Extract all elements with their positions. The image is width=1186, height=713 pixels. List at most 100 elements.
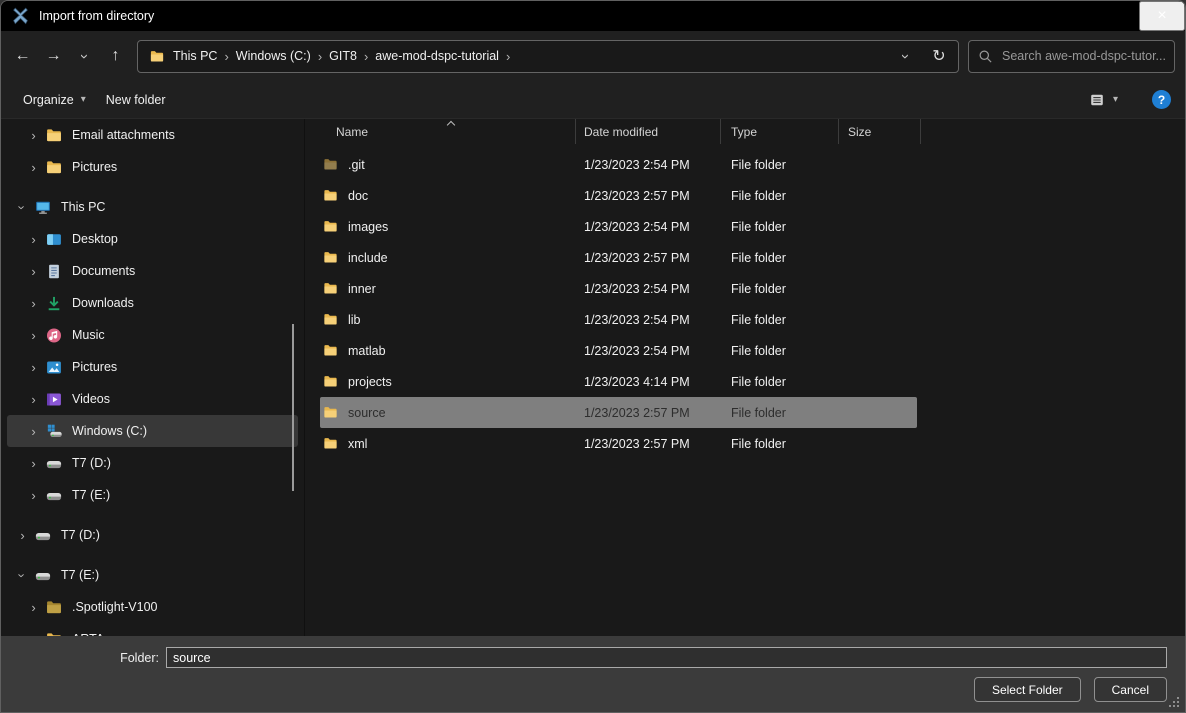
folder-icon [322,343,339,358]
refresh-button[interactable]: ↻ [922,41,956,72]
file-row[interactable]: projects 1/23/2023 4:14 PM File folder [320,366,917,397]
sidebar-item-t7-d[interactable]: › T7 (D:) [7,519,298,551]
address-bar[interactable]: This PC › Windows (C:) › GIT8 › awe-mod-… [137,40,959,73]
folder-icon [322,219,339,234]
file-row[interactable]: source 1/23/2023 2:57 PM File folder [320,397,917,428]
sidebar-item-t7-d[interactable]: › T7 (D:) [7,447,298,479]
breadcrumb-item[interactable]: Windows (C:) [229,49,318,63]
column-header-label: Name [336,125,368,139]
sidebar-item-arta[interactable]: ARTA [7,623,298,636]
address-dropdown-button[interactable]: › [888,41,922,72]
cancel-button[interactable]: Cancel [1094,677,1167,702]
breadcrumb-item[interactable]: awe-mod-dspc-tutorial [368,49,506,63]
dialog-footer: Folder: Select Folder Cancel [1,636,1185,712]
change-view-button[interactable]: ▾ [1082,88,1124,112]
file-row[interactable]: doc 1/23/2023 2:57 PM File folder [320,180,917,211]
recent-locations-button[interactable]: › [69,41,100,72]
expander-chevron-icon[interactable]: › [11,528,34,543]
chevron-down-icon: ▾ [81,94,86,105]
column-header-type[interactable]: Type [721,119,839,144]
expander-chevron-icon[interactable]: › [22,128,45,143]
file-type: File folder [721,251,839,265]
file-type: File folder [721,220,839,234]
expander-chevron-icon[interactable]: › [22,160,45,175]
file-row[interactable]: images 1/23/2023 2:54 PM File folder [320,211,917,242]
expander-chevron-icon[interactable]: › [22,488,45,503]
sidebar-item-label: T7 (E:) [72,488,110,502]
column-header-name[interactable]: Name [320,119,576,144]
drive-icon [34,567,52,584]
file-row[interactable]: inner 1/23/2023 2:54 PM File folder [320,273,917,304]
sidebar-item-email-attachments[interactable]: › Email attachments [7,119,298,151]
file-name: projects [348,375,392,389]
chevron-down-icon: › [77,54,92,59]
sidebar-item-pictures[interactable]: › Pictures [7,351,298,383]
file-row[interactable]: lib 1/23/2023 2:54 PM File folder [320,304,917,335]
column-header-size[interactable]: Size [839,119,921,144]
select-folder-button[interactable]: Select Folder [974,677,1081,702]
file-row[interactable]: xml 1/23/2023 2:57 PM File folder [320,428,917,459]
new-folder-button[interactable]: New folder [96,87,176,113]
expander-chevron-icon[interactable]: › [22,456,45,471]
command-toolbar: Organize ▾ New folder ▾ ? [1,81,1185,119]
organize-button[interactable]: Organize ▾ [13,87,96,113]
folder-icon [322,374,339,389]
sidebar-item-spotlight-v100[interactable]: › .Spotlight-V100 [7,591,298,623]
file-name: matlab [348,344,386,358]
expander-chevron-icon[interactable]: › [22,264,45,279]
up-button[interactable]: ↑ [100,41,131,72]
sidebar-item-documents[interactable]: › Documents [7,255,298,287]
titlebar: Import from directory × [1,1,1185,31]
file-rows: .git 1/23/2023 2:54 PM File folder doc 1… [320,144,1185,459]
file-type: File folder [721,189,839,203]
downloads-icon [45,295,63,312]
breadcrumb-item[interactable]: GIT8 [322,49,364,63]
drive-icon [34,527,52,544]
folder-icon [322,405,339,420]
breadcrumb: This PC › Windows (C:) › GIT8 › awe-mod-… [166,49,510,64]
sidebar-item-pictures[interactable]: › Pictures [7,151,298,183]
file-row[interactable]: .git 1/23/2023 2:54 PM File folder [320,149,917,180]
folder-name-input[interactable] [166,647,1167,668]
sidebar-item-windows-c[interactable]: › Windows (C:) [7,415,298,447]
window-title: Import from directory [39,9,154,23]
expander-chevron-icon[interactable]: › [11,568,34,583]
resize-grip[interactable] [1168,696,1180,708]
folder-icon [322,250,339,265]
sidebar-item-music[interactable]: › Music [7,319,298,351]
file-row[interactable]: include 1/23/2023 2:57 PM File folder [320,242,917,273]
expander-chevron-icon[interactable]: › [22,328,45,343]
expander-chevron-icon[interactable]: › [22,424,45,439]
column-headers: Name Date modified Type Size [320,119,1185,144]
expander-chevron-icon[interactable]: › [22,296,45,311]
expander-chevron-icon[interactable]: › [22,232,45,247]
sidebar-item-label: Desktop [72,232,118,246]
help-button[interactable]: ? [1152,90,1171,109]
expander-chevron-icon[interactable]: › [22,360,45,375]
expander-chevron-icon[interactable]: › [11,200,34,215]
sidebar-item-this-pc[interactable]: › This PC [7,191,298,223]
file-name: include [348,251,388,265]
folder-icon [322,157,339,172]
expander-chevron-icon[interactable]: › [22,600,45,615]
folder-icon [45,159,63,176]
sidebar-item-t7-e[interactable]: › T7 (E:) [7,559,298,591]
close-button[interactable]: × [1139,1,1185,31]
column-header-date-modified[interactable]: Date modified [576,119,721,144]
sidebar-scrollbar[interactable] [292,324,294,491]
sidebar-item-t7-e[interactable]: › T7 (E:) [7,479,298,511]
file-row[interactable]: matlab 1/23/2023 2:54 PM File folder [320,335,917,366]
sidebar-item-desktop[interactable]: › Desktop [7,223,298,255]
sidebar-item-videos[interactable]: › Videos [7,383,298,415]
expander-chevron-icon[interactable]: › [22,392,45,407]
forward-button[interactable]: → [38,41,69,72]
import-dialog-window: Import from directory × ← → › ↑ This PC … [0,0,1186,713]
sort-ascending-icon [448,120,455,127]
sidebar-item-label: Pictures [72,360,117,374]
file-type: File folder [721,406,839,420]
breadcrumb-item[interactable]: This PC [166,49,224,63]
search-input[interactable] [1002,49,1165,63]
back-button[interactable]: ← [7,41,38,72]
drive-icon [45,455,63,472]
sidebar-item-downloads[interactable]: › Downloads [7,287,298,319]
